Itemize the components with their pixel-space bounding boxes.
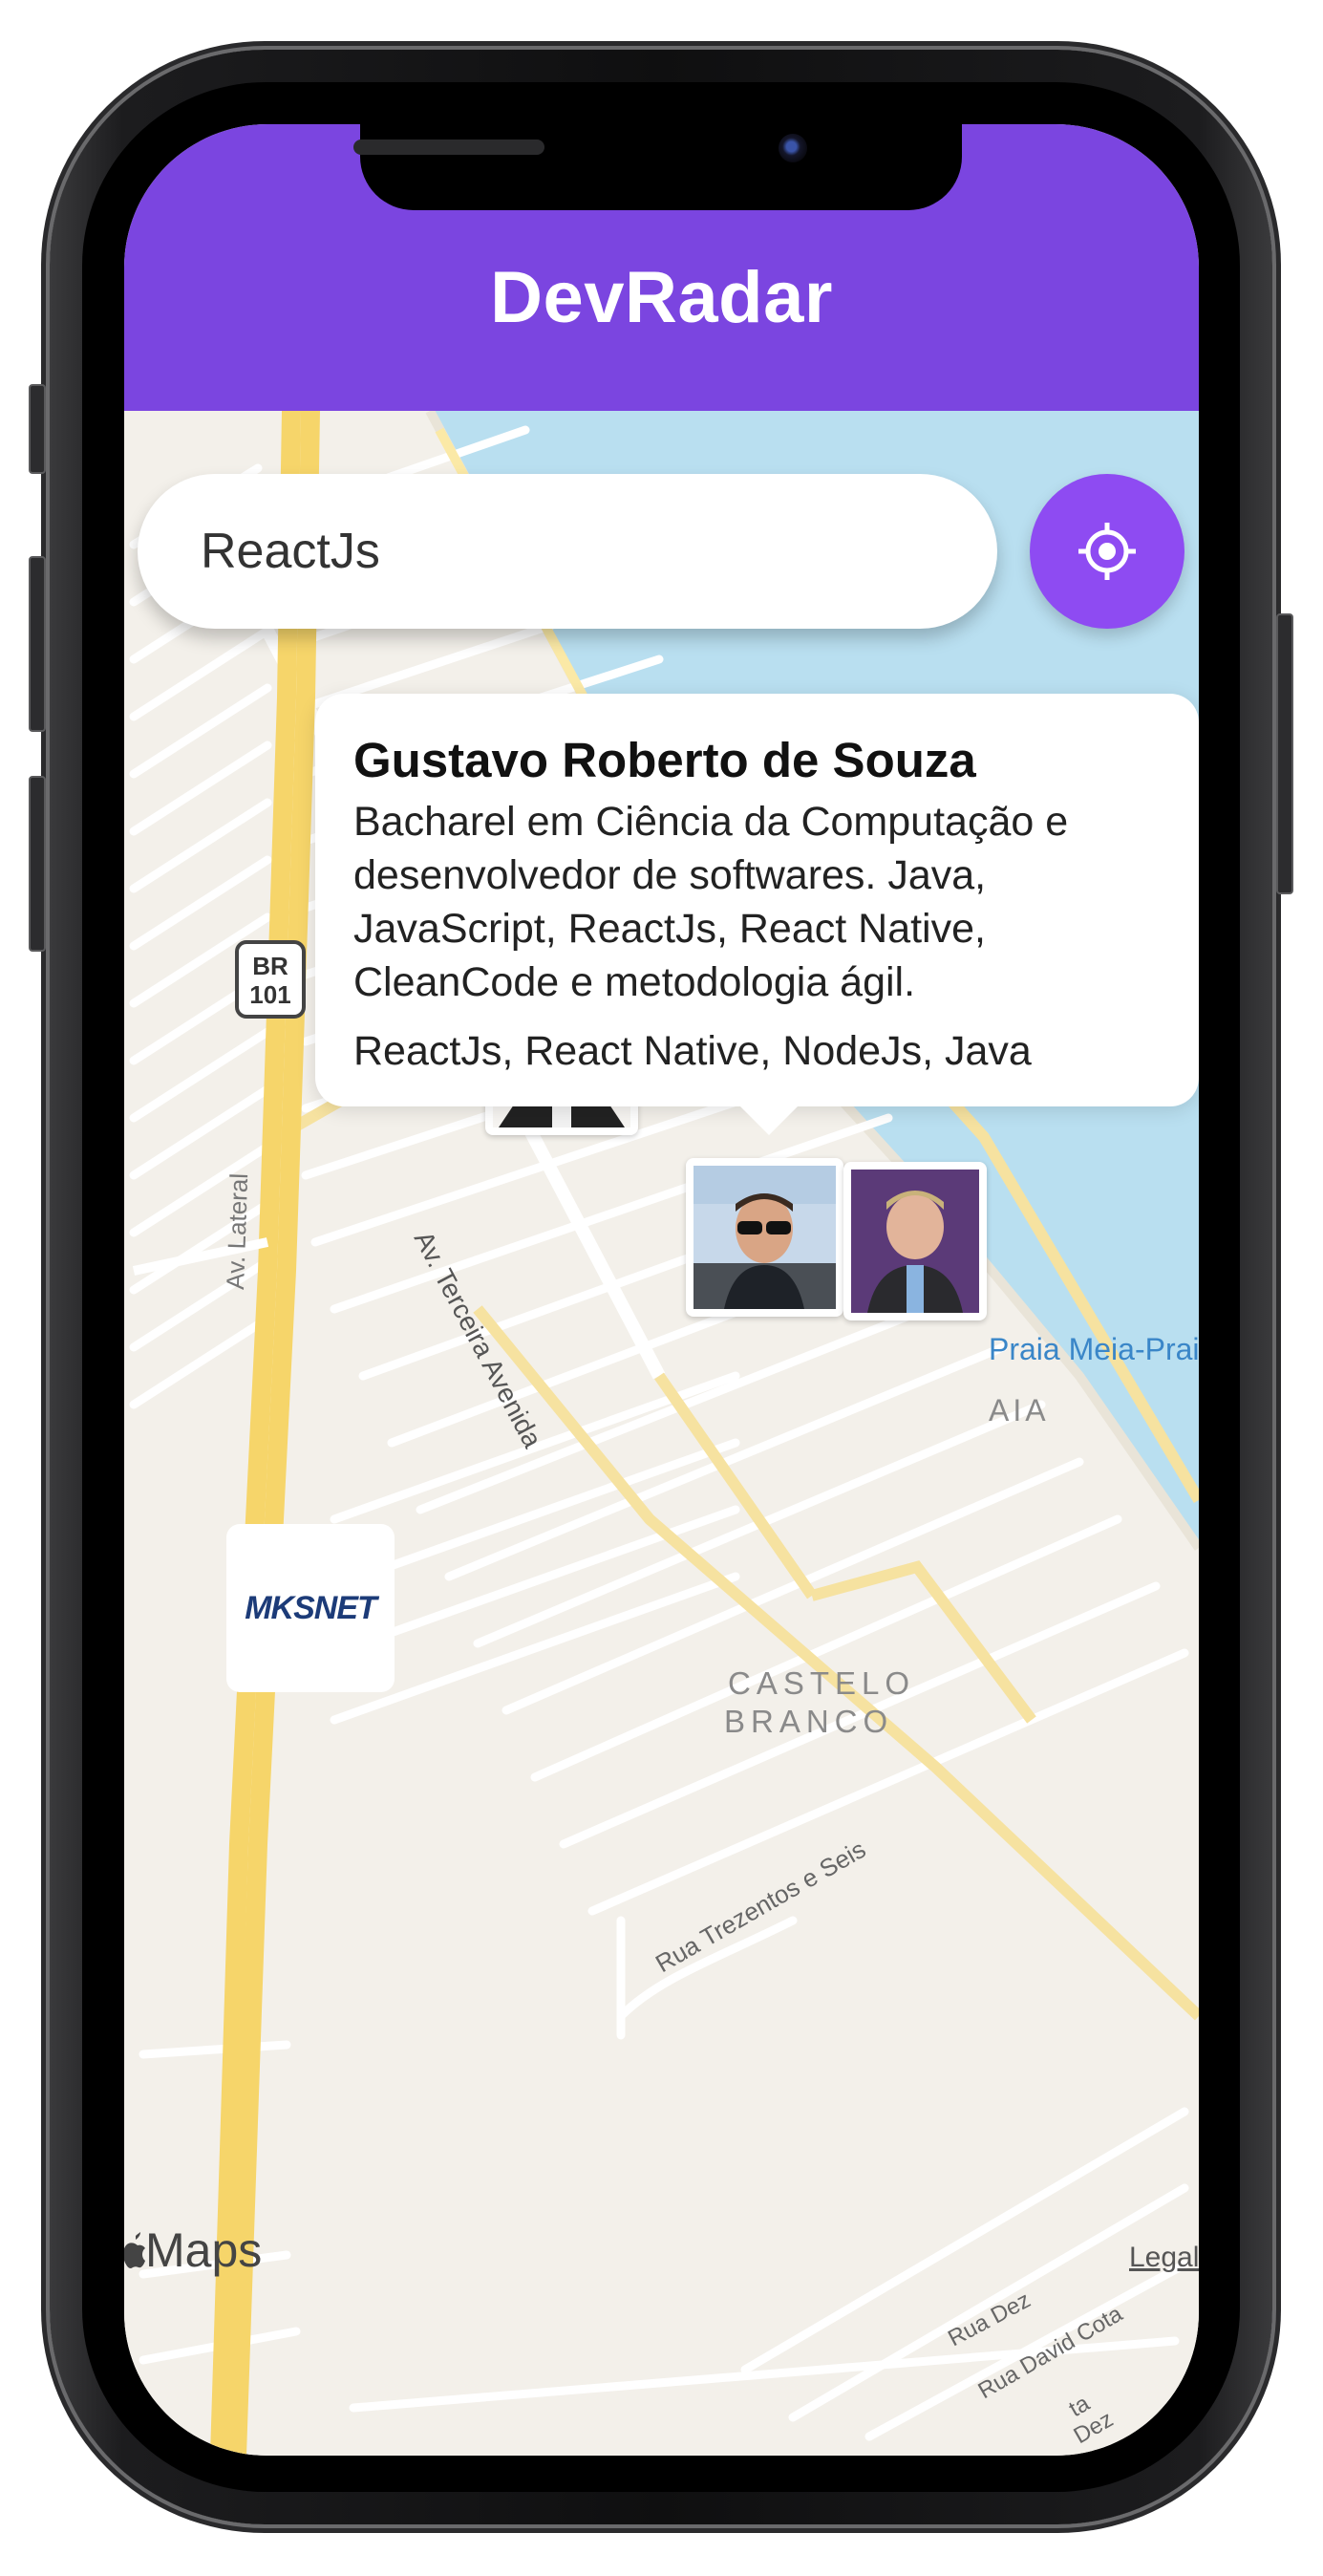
dev-bio-line: Bacharel em Ciência da Computação e — [353, 799, 1069, 845]
dev-marker-2[interactable] — [686, 1158, 843, 1317]
dev-name: Gustavo Roberto de Souza — [353, 733, 976, 787]
business-marker-label: MKSNET — [245, 1589, 377, 1626]
volume-down-button — [29, 776, 46, 952]
label-av-lateral: Av. Lateral — [221, 1172, 253, 1290]
dev-bio-line: CleanCode e metodologia ágil. — [353, 959, 916, 1005]
speaker-grille — [353, 140, 544, 155]
label-castelo: CASTELO — [728, 1665, 915, 1701]
app-screen: DevRadar BR 101 Av. Lateral Av. Terceira… — [124, 124, 1199, 2456]
dev-bio-line: JavaScript, ReactJs, React Native, — [353, 906, 986, 952]
volume-up-button — [29, 556, 46, 732]
dev-callout[interactable]: Gustavo Roberto de Souza Bacharel em Ciê… — [315, 694, 1199, 1106]
maps-label: Maps — [145, 2223, 263, 2277]
callout-arrow — [735, 1101, 803, 1135]
mute-switch — [29, 384, 46, 474]
svg-text:101: 101 — [249, 980, 290, 1009]
avatar — [694, 1166, 836, 1309]
br101-shield-label: BR — [252, 952, 288, 980]
dev-bio-line: desenvolvedor de softwares. Java, — [353, 852, 987, 898]
business-marker[interactable]: MKSNET — [226, 1524, 395, 1692]
search-input[interactable] — [138, 474, 997, 629]
camera-icon — [779, 134, 807, 162]
maps-attribution: Maps — [124, 2222, 262, 2278]
label-praia-district: AIA — [989, 1393, 1050, 1428]
apple-logo-icon — [124, 2232, 145, 2268]
label-branco: BRANCO — [724, 1704, 893, 1739]
crosshair-icon — [1078, 523, 1136, 580]
br101-shield: BR 101 — [235, 940, 306, 1019]
label-praia: Praia Meia-Praia — [989, 1332, 1199, 1366]
dev-marker-3[interactable] — [843, 1162, 987, 1320]
avatar — [851, 1170, 979, 1313]
locate-button[interactable] — [1030, 474, 1184, 629]
app-title: DevRadar — [490, 257, 833, 338]
dev-bio: Bacharel em Ciência da Computação e dese… — [353, 795, 1170, 1009]
notch — [360, 124, 962, 210]
power-button — [1276, 613, 1293, 894]
dev-techs: ReactJs, React Native, NodeJs, Java — [353, 1028, 1032, 1074]
legal-link[interactable]: Legal — [1129, 2242, 1199, 2274]
